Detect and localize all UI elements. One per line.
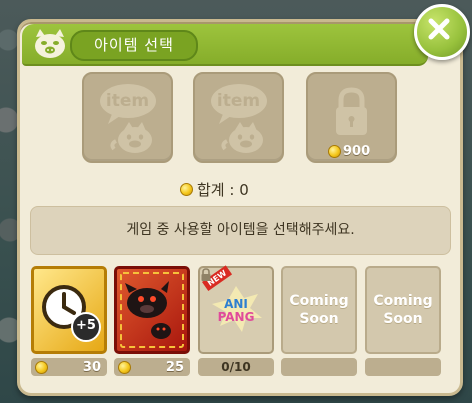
item-1-price-value: 30 <box>82 359 101 375</box>
item-card-anipang[interactable]: ANI PANG NEW <box>198 265 274 354</box>
slot-3-price: 900 <box>328 142 370 160</box>
item-5-price <box>365 358 441 376</box>
close-icon <box>428 18 450 40</box>
pig-mascot-icon <box>35 29 65 58</box>
item-slot-1[interactable]: item <box>82 72 173 163</box>
item-slot-3-locked[interactable]: 900 <box>306 72 397 163</box>
item-card-black-pig[interactable] <box>114 266 190 354</box>
slot-2-label: item <box>216 91 261 111</box>
item-select-popup: 아이템 선택 item item 900 합계: 0 게임 중 사용할 아이템… <box>17 19 463 396</box>
item-slot-2[interactable]: item <box>193 72 284 163</box>
coin-icon <box>35 360 48 374</box>
coming-soon-label: Coming Soon <box>367 292 439 328</box>
clock-badge: +5 <box>76 318 96 333</box>
popup-header: 아이템 선택 <box>22 24 428 66</box>
game-background: 아이템 선택 item item 900 합계: 0 게임 중 사용할 아이템… <box>0 0 472 403</box>
item-3-count: 0/10 <box>198 358 274 376</box>
lock-icon <box>201 268 211 281</box>
total-row: 합계 : 0 <box>180 179 249 200</box>
pig-speech-item-icon <box>100 84 156 153</box>
slot-1-label: item <box>105 91 150 111</box>
item-card-coming-soon-2: Coming Soon <box>365 266 441 354</box>
item-card-clock[interactable]: +5 <box>31 266 107 354</box>
slot-3-price-value: 900 <box>343 143 371 159</box>
black-pig-icon <box>120 272 184 348</box>
coming-soon-label: Coming Soon <box>283 292 355 328</box>
coin-icon <box>180 183 193 196</box>
clock-plus-five-icon <box>42 285 101 342</box>
coin-icon <box>328 144 341 158</box>
item-4-price <box>281 358 357 376</box>
popup-title: 아이템 선택 <box>70 30 198 61</box>
pig-speech-item-icon <box>211 84 267 153</box>
instruction-text: 게임 중 사용할 아이템을 선택해주세요. <box>30 206 451 255</box>
item-3-count-value: 0/10 <box>221 360 251 374</box>
coming-soon-line2: Soon <box>383 311 423 327</box>
close-button[interactable] <box>414 4 470 60</box>
total-label: 합계 : 0 <box>197 181 249 199</box>
coming-soon-line1: Coming <box>373 293 433 309</box>
item-2-price: 25 <box>114 358 190 376</box>
anipang-word-bottom: PANG <box>217 310 255 324</box>
item-2-price-value: 25 <box>165 359 184 375</box>
coin-icon <box>118 360 131 374</box>
item-1-price: 30 <box>31 358 107 376</box>
coming-soon-line1: Coming <box>289 293 349 309</box>
item-card-coming-soon-1: Coming Soon <box>281 266 357 354</box>
coming-soon-line2: Soon <box>299 311 339 327</box>
